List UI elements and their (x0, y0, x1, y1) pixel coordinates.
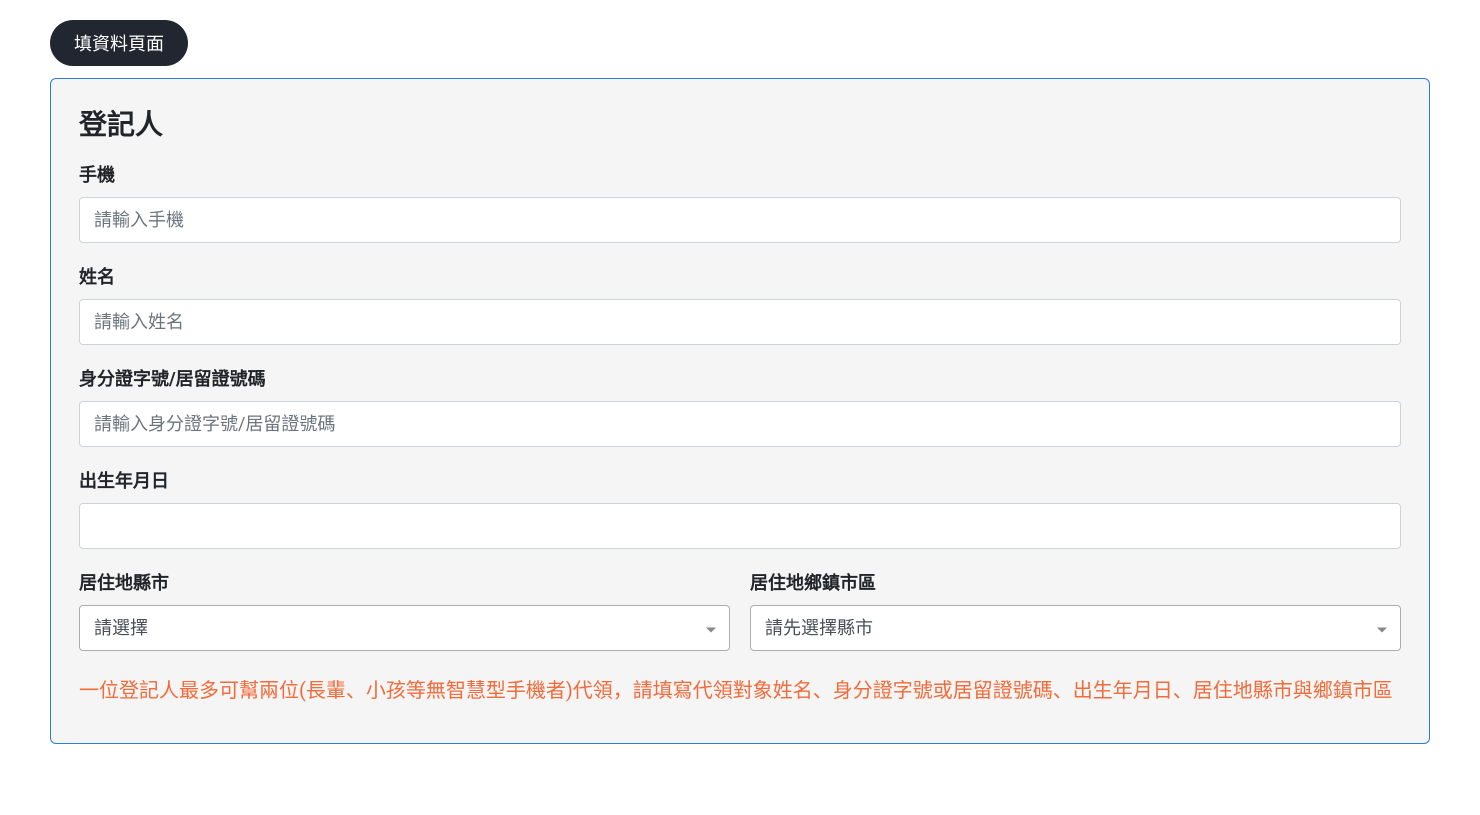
id-number-input[interactable] (79, 401, 1401, 447)
tab-fill-data[interactable]: 填資料頁面 (50, 20, 188, 66)
city-label: 居住地縣市 (79, 569, 730, 595)
phone-input[interactable] (79, 197, 1401, 243)
phone-label: 手機 (79, 161, 1401, 187)
birthdate-input[interactable] (79, 503, 1401, 549)
proxy-notice: 一位登記人最多可幫兩位(長輩、小孩等無智慧型手機者)代領，請填寫代領對象姓名、身… (79, 671, 1401, 709)
birthdate-label: 出生年月日 (79, 467, 1401, 493)
id-number-label: 身分證字號/居留證號碼 (79, 365, 1401, 391)
name-input[interactable] (79, 299, 1401, 345)
section-title-registrant: 登記人 (79, 103, 1401, 143)
city-select[interactable]: 請選擇 (79, 605, 730, 651)
registrant-card: 登記人 手機 姓名 身分證字號/居留證號碼 出生年月日 居住地縣市 請選擇 (50, 78, 1430, 744)
district-label: 居住地鄉鎮市區 (750, 569, 1401, 595)
district-select[interactable]: 請先選擇縣市 (750, 605, 1401, 651)
name-label: 姓名 (79, 263, 1401, 289)
